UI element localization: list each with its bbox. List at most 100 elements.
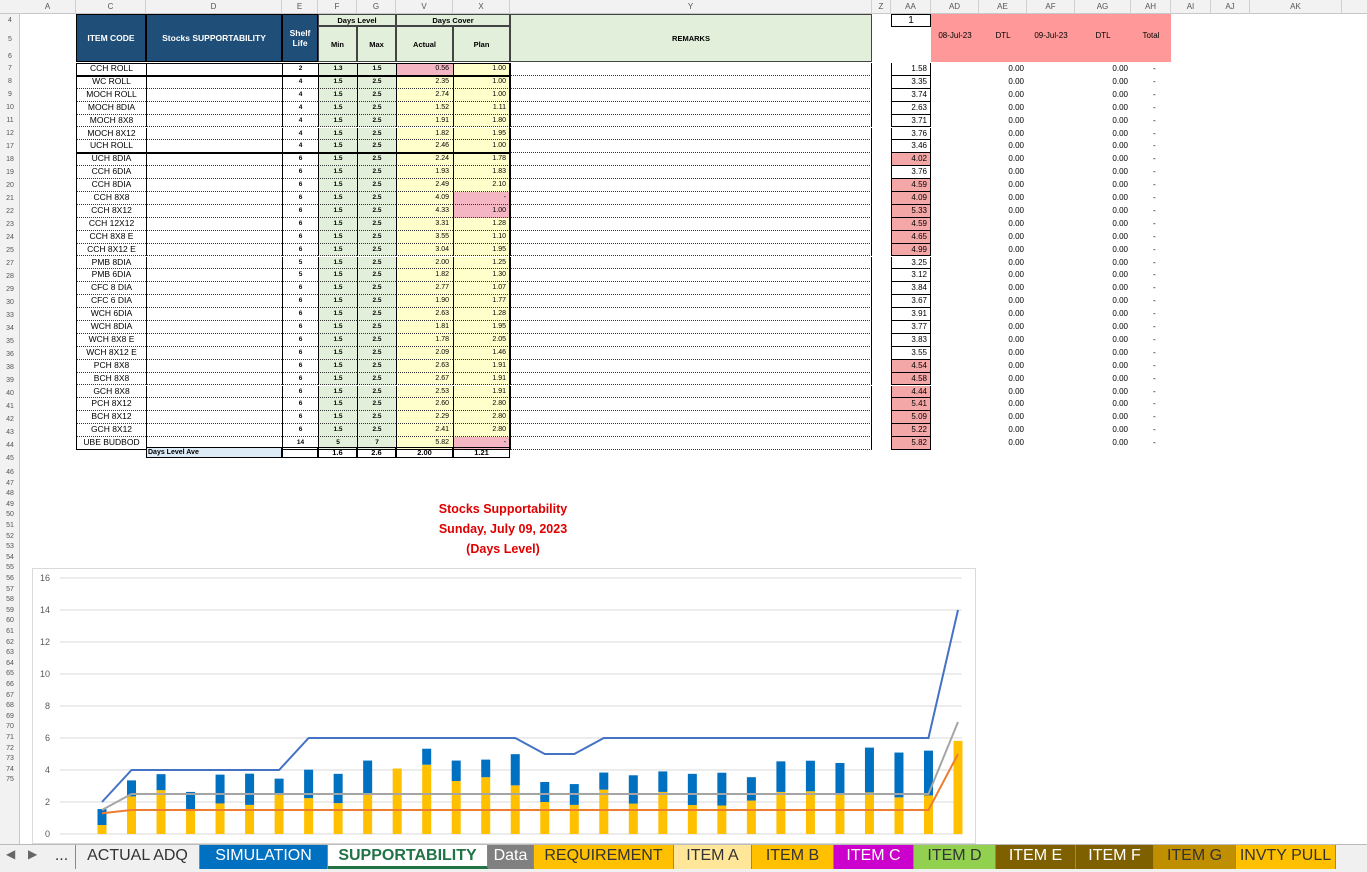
max-header[interactable]: Max [357, 26, 396, 62]
total-cell[interactable]: - [1131, 166, 1171, 179]
row-header-8[interactable]: 8 [0, 78, 20, 85]
max-cell[interactable]: 2.5 [357, 385, 396, 399]
dtl-1-cell[interactable]: 0.00 [979, 321, 1027, 334]
item-code-cell[interactable]: PMB 6DIA [76, 269, 146, 283]
total-cell[interactable]: - [1131, 321, 1171, 334]
min-cell[interactable]: 1.5 [318, 372, 357, 386]
sheet-tab-data[interactable]: Data [488, 845, 534, 869]
item-code-cell[interactable]: WC ROLL [76, 75, 146, 89]
min-cell[interactable]: 1.5 [318, 256, 357, 270]
aa-cell[interactable]: 3.74 [891, 88, 931, 102]
actual-cell[interactable]: 1.90 [396, 295, 453, 309]
remarks-cell[interactable] [510, 166, 872, 180]
max-cell[interactable]: 2.5 [357, 359, 396, 373]
item-code-cell[interactable]: PCH 8X12 [76, 398, 146, 412]
row-header-30[interactable]: 30 [0, 299, 20, 306]
dtl-1-cell[interactable]: 0.00 [979, 437, 1027, 450]
dtl-2-cell[interactable]: 0.00 [1075, 205, 1131, 218]
plan-cell[interactable]: 1.46 [453, 346, 510, 360]
dtl-2-cell[interactable]: 0.00 [1075, 192, 1131, 205]
row-header-17[interactable]: 17 [0, 143, 20, 150]
total-cell[interactable]: - [1131, 192, 1171, 205]
shelf-life-cell[interactable]: 6 [282, 217, 318, 231]
aa-cell[interactable]: 3.83 [891, 333, 931, 347]
row-header-63[interactable]: 63 [0, 649, 20, 656]
max-cell[interactable]: 2.5 [357, 282, 396, 296]
column-header-af[interactable]: AF [1027, 0, 1075, 14]
dtl-2-cell[interactable]: 0.00 [1075, 244, 1131, 257]
item-code-cell[interactable]: CCH 12X12 [76, 217, 146, 231]
remarks-cell[interactable] [510, 295, 872, 309]
shelf-life-cell[interactable]: 5 [282, 269, 318, 283]
shelf-life-cell[interactable]: 6 [282, 424, 318, 438]
plan-cell[interactable]: 1.11 [453, 101, 510, 115]
row-header-55[interactable]: 55 [0, 564, 20, 571]
dtl-2-cell[interactable]: 0.00 [1075, 269, 1131, 282]
dtl-1-cell[interactable]: 0.00 [979, 269, 1027, 282]
max-cell[interactable]: 2.5 [357, 269, 396, 283]
max-cell[interactable]: 2.5 [357, 256, 396, 270]
total-cell[interactable]: - [1131, 231, 1171, 244]
dtl-1-cell[interactable]: 0.00 [979, 386, 1027, 399]
row-header-74[interactable]: 74 [0, 766, 20, 773]
actual-cell[interactable]: 3.55 [396, 230, 453, 244]
shelf-life-cell[interactable]: 6 [282, 153, 318, 167]
min-cell[interactable]: 1.5 [318, 333, 357, 347]
item-code-cell[interactable]: CCH 8X8 [76, 192, 146, 205]
actual-cell[interactable]: 2.74 [396, 88, 453, 102]
max-cell[interactable]: 2.5 [357, 114, 396, 128]
supportability-cell[interactable] [146, 204, 282, 218]
column-header-aa[interactable]: AA [891, 0, 931, 14]
remarks-cell[interactable] [510, 269, 872, 283]
supportability-cell[interactable] [146, 308, 282, 321]
supportability-cell[interactable] [146, 385, 282, 399]
total-cell[interactable]: - [1131, 360, 1171, 373]
aa-cell[interactable]: 4.99 [891, 243, 931, 257]
shelf-life-cell[interactable]: 4 [282, 140, 318, 154]
column-header-v[interactable]: V [396, 0, 453, 14]
sheet-tab-item-a[interactable]: ITEM A [674, 845, 752, 869]
dtl-2-cell[interactable]: 0.00 [1075, 347, 1131, 360]
max-cell[interactable]: 2.5 [357, 179, 396, 192]
tab-scroll-left-icon[interactable]: ◀ [6, 847, 15, 861]
actual-header[interactable]: Actual [396, 26, 453, 62]
dtl-1-cell[interactable]: 0.00 [979, 192, 1027, 205]
plan-cell[interactable]: 1.80 [453, 114, 510, 128]
remarks-cell[interactable] [510, 333, 872, 347]
dtl-1-cell[interactable]: 0.00 [979, 282, 1027, 295]
row-header-25[interactable]: 25 [0, 247, 20, 254]
actual-cell[interactable]: 1.91 [396, 114, 453, 128]
supportability-cell[interactable] [146, 88, 282, 102]
remarks-cell[interactable] [510, 204, 872, 218]
dtl-1-cell[interactable]: 0.00 [979, 76, 1027, 89]
actual-cell[interactable]: 0.56 [396, 63, 453, 76]
shelf-life-cell[interactable]: 4 [282, 75, 318, 89]
sheet-tab-item-f[interactable]: ITEM F [1076, 845, 1154, 869]
row-header-43[interactable]: 43 [0, 429, 20, 436]
aa-cell[interactable]: 4.02 [891, 153, 931, 167]
item-code-cell[interactable]: GCH 8X8 [76, 385, 146, 399]
remarks-cell[interactable] [510, 217, 872, 231]
dtl-1-cell[interactable]: 0.00 [979, 115, 1027, 128]
plan-cell[interactable]: 1.10 [453, 230, 510, 244]
item-code-cell[interactable]: PCH 8X8 [76, 359, 146, 373]
row-header-61[interactable]: 61 [0, 628, 20, 635]
plan-cell[interactable]: 2.80 [453, 411, 510, 425]
column-header-ad[interactable]: AD [931, 0, 979, 14]
plan-cell[interactable]: - [453, 192, 510, 205]
remarks-cell[interactable] [510, 282, 872, 296]
dtl-1-cell[interactable]: 0.00 [979, 398, 1027, 411]
supportability-chart[interactable]: 0 2 4 6 8 10 12 14 16 [32, 568, 976, 844]
max-cell[interactable]: 2.5 [357, 230, 396, 244]
max-cell[interactable]: 2.5 [357, 127, 396, 141]
max-cell[interactable]: 2.5 [357, 166, 396, 180]
dtl-1-cell[interactable]: 0.00 [979, 166, 1027, 179]
row-header-9[interactable]: 9 [0, 91, 20, 98]
aa-cell[interactable]: 4.59 [891, 179, 931, 192]
plan-cell[interactable]: 1.28 [453, 217, 510, 231]
aa-cell[interactable]: 3.35 [891, 75, 931, 89]
plan-cell[interactable]: 1.00 [453, 88, 510, 102]
item-code-cell[interactable]: WCH 6DIA [76, 308, 146, 321]
item-code-cell[interactable]: GCH 8X12 [76, 424, 146, 438]
dtl-2-cell[interactable]: 0.00 [1075, 76, 1131, 89]
